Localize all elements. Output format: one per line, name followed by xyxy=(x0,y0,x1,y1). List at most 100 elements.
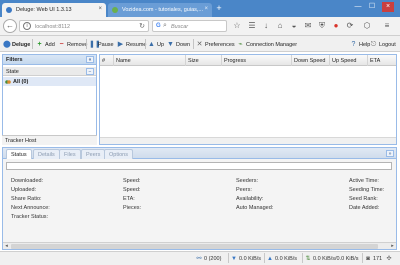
collapse-details-button[interactable]: » xyxy=(386,150,394,157)
column-number[interactable]: # xyxy=(100,55,114,66)
down-arrow-icon: ▼ xyxy=(167,41,174,48)
traffic-value: 0.0 KiB/s/0.0 KiB/s xyxy=(313,255,359,262)
tab-files[interactable]: Files xyxy=(59,149,81,159)
extension-icon[interactable]: ⬡ xyxy=(362,21,372,31)
up-button[interactable]: ▲ Up xyxy=(148,40,164,49)
download-speed-icon: ▼ xyxy=(231,255,237,262)
shield-icon[interactable]: ⛨ xyxy=(317,21,327,31)
browser-tab-deluge[interactable]: Deluge: Web UI 1.3.13 × xyxy=(2,3,106,17)
filter-item-all[interactable]: All (0) xyxy=(3,77,96,86)
upload-speed-status[interactable]: ▲ 0.0 KiB/s xyxy=(267,254,297,263)
dht-status[interactable]: ✣ xyxy=(386,254,394,263)
remove-label: Remove xyxy=(67,41,88,48)
info-icon[interactable]: i xyxy=(23,22,31,30)
collapse-state-button[interactable]: − xyxy=(86,68,94,75)
search-input[interactable]: G ⌕ Buscar xyxy=(152,20,227,32)
help-button[interactable]: ? Help xyxy=(350,40,371,49)
star-icon[interactable]: ☆ xyxy=(232,21,242,31)
preferences-button[interactable]: ✕ Preferences xyxy=(196,40,235,49)
resume-button[interactable]: ▶ Resume xyxy=(117,40,147,49)
toolbar-divider xyxy=(86,39,87,49)
close-tab-icon[interactable]: × xyxy=(204,6,208,12)
browser-tab-vozidea[interactable]: Vozidea.com - tutoriales, guias,... × xyxy=(108,3,212,17)
traffic-icon: ⇅ xyxy=(305,255,311,262)
status-divider xyxy=(228,253,229,263)
logout-button[interactable]: ⎋ Logout xyxy=(370,40,396,49)
collapse-filters-button[interactable]: « xyxy=(86,56,94,63)
scroll-left-icon[interactable]: ◂ xyxy=(3,243,10,250)
status-label: Speed: xyxy=(123,187,141,193)
search-placeholder: Buscar xyxy=(171,24,189,30)
download-speed-status[interactable]: ▼ 0.0 KiB/s xyxy=(231,254,261,263)
free-space-status[interactable]: ◙ 171 xyxy=(365,254,382,263)
connection-manager-label: Connection Manager xyxy=(246,41,298,48)
resume-label: Resume xyxy=(126,41,147,48)
column-eta[interactable]: ETA xyxy=(368,55,396,66)
adblock-icon[interactable]: ● xyxy=(331,21,341,31)
tracker-host-filter-header[interactable]: Tracker Host xyxy=(2,135,97,145)
upload-speed-icon: ▲ xyxy=(267,255,273,262)
add-icon: + xyxy=(37,41,42,48)
status-divider xyxy=(362,253,363,263)
deluge-logo-icon: ⬤ xyxy=(3,41,11,48)
status-label: Downloaded: xyxy=(11,178,44,184)
browser-tab-strip: Deluge: Web UI 1.3.13 × Vozidea.com - tu… xyxy=(0,0,400,17)
pause-button[interactable]: ❚❚ Pause xyxy=(89,40,114,49)
tab-options[interactable]: Options xyxy=(104,149,133,159)
back-button[interactable]: ← xyxy=(3,19,17,33)
tab-details[interactable]: Details xyxy=(33,149,60,159)
status-divider xyxy=(264,253,265,263)
column-progress[interactable]: Progress xyxy=(222,55,292,66)
menu-icon[interactable]: ≡ xyxy=(382,21,392,31)
status-label: ETA: xyxy=(123,196,135,202)
up-arrow-icon: ▲ xyxy=(148,41,155,48)
down-button[interactable]: ▼ Down xyxy=(167,40,190,49)
all-torrents-icon xyxy=(5,80,11,84)
add-button[interactable]: + Add xyxy=(36,40,55,49)
status-label: Seed Rank: xyxy=(349,196,378,202)
download-icon[interactable]: ↓ xyxy=(261,21,271,31)
column-up-speed[interactable]: Up Speed xyxy=(330,55,368,66)
tab-status[interactable]: Status xyxy=(6,149,32,159)
toolbar-divider xyxy=(32,39,33,49)
resume-icon: ▶ xyxy=(117,41,124,48)
details-horizontal-scrollbar[interactable]: ◂ ▸ xyxy=(3,242,396,249)
column-name[interactable]: Name xyxy=(114,55,186,66)
column-down-speed[interactable]: Down Speed xyxy=(292,55,330,66)
grid-horizontal-scrollbar[interactable] xyxy=(100,137,396,144)
deluge-logo: ⬤ Deluge xyxy=(3,40,30,49)
help-label: Help xyxy=(359,41,371,48)
tab-peers[interactable]: Peers xyxy=(81,149,106,159)
search-icon: ⌕ xyxy=(163,22,167,29)
sync-icon[interactable]: ⟳ xyxy=(345,21,355,31)
url-bar[interactable]: i localhost:8112 ↻ xyxy=(19,20,149,32)
new-tab-button[interactable]: + xyxy=(214,4,224,14)
connections-status[interactable]: ⚯ 0 (200) xyxy=(196,254,221,263)
add-label: Add xyxy=(45,41,55,48)
plug-icon: ⌁ xyxy=(238,41,243,48)
column-size[interactable]: Size xyxy=(186,55,222,66)
maximize-button[interactable]: ☐ xyxy=(366,2,378,12)
status-label: Seeding Time: xyxy=(349,187,385,193)
connection-manager-button[interactable]: ⌁ Connection Manager xyxy=(237,40,297,49)
filters-title: Filters xyxy=(6,57,23,63)
minimize-button[interactable]: — xyxy=(352,2,364,12)
traffic-status[interactable]: ⇅ 0.0 KiB/s/0.0 KiB/s xyxy=(305,254,359,263)
filter-item-label: All (0) xyxy=(13,79,29,85)
status-label: Tracker Status: xyxy=(11,214,49,220)
remove-button[interactable]: − Remove xyxy=(58,40,87,49)
chat-icon[interactable]: ✉ xyxy=(303,21,313,31)
pocket-icon[interactable]: ◒ xyxy=(289,21,299,31)
toolbar-divider xyxy=(145,39,146,49)
home-icon[interactable]: ⌂ xyxy=(275,21,285,31)
wrench-icon: ✕ xyxy=(196,41,203,48)
scrollbar-thumb[interactable] xyxy=(11,244,378,249)
reload-icon[interactable]: ↻ xyxy=(139,22,145,30)
close-window-button[interactable]: × xyxy=(382,2,394,12)
browser-tab-title: Deluge: Web UI 1.3.13 xyxy=(16,7,72,13)
state-filter-header[interactable]: State − xyxy=(3,67,96,76)
reader-list-icon[interactable]: ☰ xyxy=(247,21,257,31)
scroll-right-icon[interactable]: ▸ xyxy=(389,243,396,250)
close-tab-icon[interactable]: × xyxy=(98,6,102,12)
disk-icon: ◙ xyxy=(366,255,370,262)
